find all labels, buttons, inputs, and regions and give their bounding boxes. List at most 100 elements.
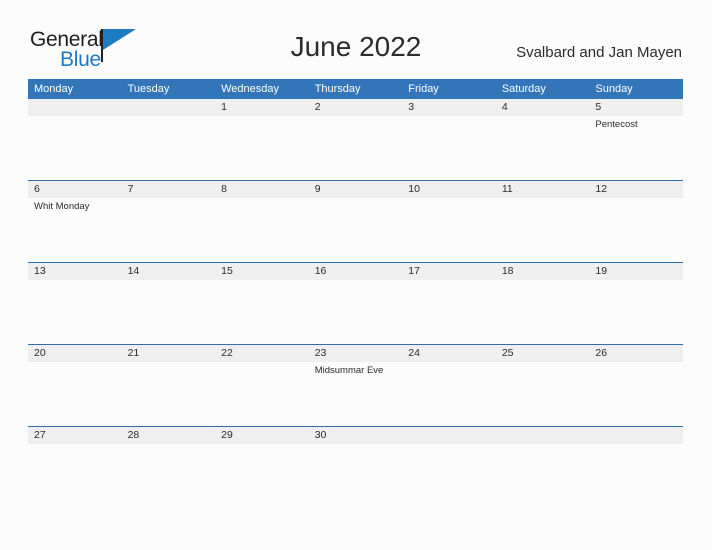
day-cell-inner: 6 Whit Monday (28, 181, 122, 262)
day-cell-inner: 21 (121, 345, 216, 426)
calendar-day-cell[interactable]: 17 (402, 262, 496, 345)
day-number: 24 (402, 345, 496, 362)
calendar-day-cell[interactable]: 20 (28, 344, 122, 427)
day-number: 29 (215, 427, 309, 444)
calendar-day-cell[interactable]: 16 (308, 262, 403, 345)
calendar-day-cell[interactable]: 12 (589, 180, 683, 263)
calendar-week-row: 13 14 15 16 17 18 19 (28, 262, 683, 345)
calendar-day-cell[interactable]: 5 Pentecost (589, 99, 683, 181)
calendar-day-cell[interactable]: 28 (121, 426, 216, 444)
weekday-header-saturday: Saturday (495, 79, 590, 99)
day-number: 21 (121, 345, 216, 362)
day-number: 8 (215, 181, 309, 198)
day-cell-inner: 27 (28, 427, 122, 444)
day-events-list: Whit Monday (28, 198, 122, 213)
calendar-day-cell[interactable]: 22 (215, 344, 309, 427)
calendar-body: 1 2 3 4 5 Pentecost 6 Whit Monday 7 8 9 10 11 12 13 14 1… (28, 99, 683, 444)
calendar-empty-cell (121, 99, 216, 181)
calendar-day-cell[interactable]: 7 (121, 180, 216, 263)
day-number: 11 (495, 181, 590, 198)
calendar-day-cell[interactable]: 24 (402, 344, 496, 427)
day-number: 13 (28, 263, 122, 280)
day-number: 20 (28, 345, 122, 362)
calendar-day-cell[interactable]: 15 (215, 262, 309, 345)
weekday-header-thursday: Thursday (308, 79, 403, 99)
day-events-list: Midsummar Eve (309, 362, 403, 377)
day-cell-inner: 16 (308, 263, 403, 344)
day-cell-inner: 9 (308, 181, 403, 262)
calendar-day-cell[interactable]: 25 (495, 344, 590, 427)
calendar-day-cell[interactable]: 14 (121, 262, 216, 345)
calendar-weekday-header: Monday Tuesday Wednesday Thursday Friday… (28, 79, 683, 99)
weekday-header-row: Monday Tuesday Wednesday Thursday Friday… (28, 79, 683, 99)
day-cell-inner: 20 (28, 345, 122, 426)
weekday-header-wednesday: Wednesday (215, 79, 309, 99)
day-cell-inner: 1 (215, 99, 309, 180)
calendar-week-row: 27 28 29 30 (28, 426, 683, 444)
day-events-list: Pentecost (589, 116, 683, 131)
calendar-day-cell[interactable]: 18 (495, 262, 590, 345)
calendar-day-cell[interactable]: 13 (28, 262, 122, 345)
weekday-header-tuesday: Tuesday (121, 79, 216, 99)
monthly-calendar-table: Monday Tuesday Wednesday Thursday Friday… (28, 79, 683, 444)
day-number: 10 (402, 181, 496, 198)
day-cell-inner: 22 (215, 345, 309, 426)
calendar-day-cell[interactable]: 1 (215, 99, 309, 181)
weekday-header-sunday: Sunday (589, 79, 683, 99)
day-cell-inner: 3 (402, 99, 496, 180)
day-number: 16 (308, 263, 403, 280)
calendar-day-cell[interactable]: 10 (402, 180, 496, 263)
day-number: 27 (28, 427, 122, 444)
day-cell-inner (402, 427, 496, 444)
day-number: 15 (215, 263, 309, 280)
day-number: 22 (215, 345, 309, 362)
day-cell-inner: 17 (402, 263, 496, 344)
calendar-day-cell[interactable]: 2 (308, 99, 403, 181)
day-cell-inner: 5 Pentecost (589, 99, 683, 180)
calendar-day-cell[interactable]: 26 (589, 344, 683, 427)
calendar-day-cell[interactable]: 6 Whit Monday (28, 180, 122, 263)
day-cell-inner: 30 (308, 427, 403, 444)
calendar-day-cell[interactable]: 11 (495, 180, 590, 263)
calendar-week-row: 1 2 3 4 5 Pentecost (28, 99, 683, 181)
calendar-day-cell[interactable]: 3 (402, 99, 496, 181)
calendar-empty-cell (495, 426, 590, 444)
day-cell-inner: 4 (495, 99, 590, 180)
day-cell-inner: 28 (121, 427, 216, 444)
calendar-day-cell[interactable]: 29 (215, 426, 309, 444)
calendar-day-cell[interactable]: 9 (308, 180, 403, 263)
day-cell-inner (589, 427, 683, 444)
weekday-header-friday: Friday (402, 79, 496, 99)
day-cell-inner (28, 99, 122, 180)
calendar-day-cell[interactable]: 4 (495, 99, 590, 181)
day-cell-inner: 25 (495, 345, 590, 426)
day-number: 23 (308, 345, 403, 362)
day-number: 19 (589, 263, 683, 280)
day-number: 18 (495, 263, 590, 280)
day-number: 28 (121, 427, 216, 444)
day-cell-inner: 14 (121, 263, 216, 344)
calendar-day-cell[interactable]: 21 (121, 344, 216, 427)
day-number (495, 427, 590, 444)
calendar-empty-cell (589, 426, 683, 444)
day-cell-inner: 15 (215, 263, 309, 344)
day-cell-inner: 23 Midsummar Eve (308, 345, 403, 426)
day-event-label: Whit Monday (34, 201, 90, 212)
day-number: 30 (308, 427, 403, 444)
day-number: 5 (589, 99, 683, 116)
calendar-day-cell[interactable]: 27 (28, 426, 122, 444)
day-number: 7 (121, 181, 216, 198)
calendar-day-cell[interactable]: 23 Midsummar Eve (308, 344, 403, 427)
day-number: 25 (495, 345, 590, 362)
day-event-label: Midsummar Eve (314, 365, 384, 376)
calendar-empty-cell (28, 99, 122, 181)
day-number: 3 (402, 99, 496, 116)
day-cell-inner: 7 (121, 181, 216, 262)
day-event-label: Pentecost (595, 119, 638, 130)
calendar-day-cell[interactable]: 19 (589, 262, 683, 345)
day-number (121, 99, 216, 116)
calendar-day-cell[interactable]: 8 (215, 180, 309, 263)
day-number: 4 (495, 99, 590, 116)
calendar-day-cell[interactable]: 30 (308, 426, 403, 444)
day-cell-inner (495, 427, 590, 444)
